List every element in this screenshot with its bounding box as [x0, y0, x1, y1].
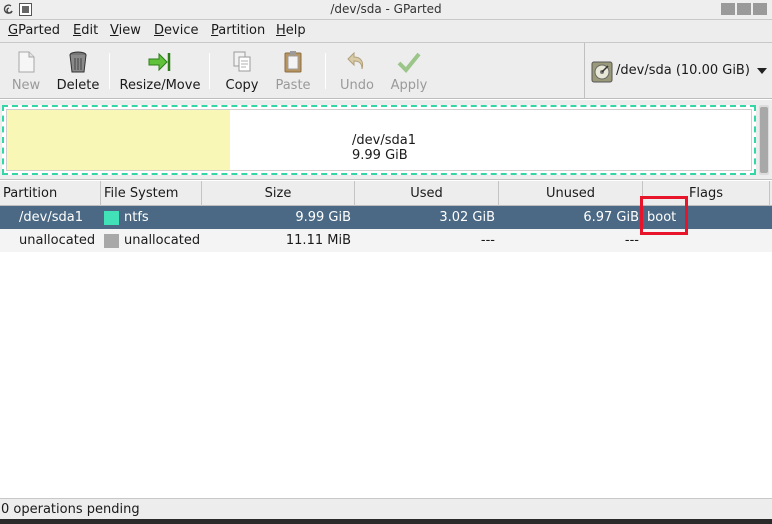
clipboard-icon	[284, 51, 302, 73]
menu-gparted[interactable]: GParted	[8, 23, 60, 38]
undo-arrow-icon	[347, 51, 364, 70]
column-header-used[interactable]: Used	[355, 181, 499, 206]
menu-edit[interactable]: Edit	[73, 23, 98, 38]
status-bar-edge	[0, 519, 772, 524]
new-document-icon	[18, 51, 35, 73]
status-bar: 0 operations pending	[0, 498, 772, 524]
toolbar-separator	[109, 53, 110, 89]
cell-used: 3.02 GiB	[439, 210, 495, 225]
filesystem-color-swatch	[104, 234, 119, 248]
menu-help[interactable]: Help	[276, 23, 306, 38]
cell-size: 11.11 MiB	[285, 233, 351, 248]
paste-button[interactable]: Paste	[270, 43, 316, 99]
window-title: /dev/sda - GParted	[330, 2, 442, 16]
cell-unused: ---	[624, 233, 639, 248]
cell-size: 9.99 GiB	[295, 210, 351, 225]
device-label: /dev/sda (10.00 GiB)	[616, 63, 750, 78]
trash-can-icon	[69, 51, 87, 73]
column-header-size[interactable]: Size	[202, 181, 355, 206]
copy-button[interactable]: Copy	[219, 43, 265, 99]
disk-map: /dev/sda1 9.99 GiB	[0, 100, 772, 180]
copy-icon	[233, 51, 251, 72]
column-header-filesystem[interactable]: File System	[101, 181, 202, 206]
partition-block-inner: /dev/sda1 9.99 GiB	[6, 109, 752, 171]
column-header-unused[interactable]: Unused	[499, 181, 643, 206]
partition-block-size: 9.99 GiB	[352, 148, 408, 163]
highlight-box	[640, 196, 688, 235]
minimize-button[interactable]	[721, 3, 735, 15]
device-selector[interactable]: /dev/sda (10.00 GiB)	[584, 43, 772, 99]
menu-bar: GParted Edit View Device Partition Help	[0, 20, 772, 43]
toolbar-separator	[209, 53, 210, 89]
new-button[interactable]: New	[4, 43, 48, 99]
undo-button[interactable]: Undo	[334, 43, 380, 99]
column-header-partition[interactable]: Partition	[0, 181, 101, 206]
partition-block-sda1[interactable]: /dev/sda1 9.99 GiB	[2, 105, 756, 175]
cell-partition: /dev/sda1	[19, 210, 83, 225]
resize-arrow-icon	[148, 52, 171, 72]
menu-partition[interactable]: Partition	[211, 23, 265, 38]
resize-move-button[interactable]: Resize/Move	[116, 43, 204, 99]
filesystem-color-swatch	[104, 211, 119, 225]
apply-button[interactable]: Apply	[385, 43, 433, 99]
title-bar: /dev/sda - GParted	[0, 0, 772, 20]
cell-filesystem: unallocated	[124, 233, 201, 248]
cell-partition: unallocated	[19, 233, 96, 248]
cell-used: ---	[480, 233, 495, 248]
disk-map-scrollbar[interactable]	[759, 105, 769, 175]
hard-disk-icon	[591, 61, 613, 83]
delete-button[interactable]: Delete	[52, 43, 104, 99]
partition-block-name: /dev/sda1	[352, 133, 416, 148]
menu-view[interactable]: View	[110, 23, 141, 38]
cell-filesystem: ntfs	[124, 210, 149, 225]
checkmark-icon	[397, 52, 421, 73]
dropdown-arrow-icon	[757, 68, 767, 74]
menu-device[interactable]: Device	[154, 23, 198, 38]
partition-block-label: /dev/sda1 9.99 GiB	[352, 133, 416, 163]
partition-used-space	[7, 110, 230, 170]
close-button[interactable]	[753, 3, 767, 15]
cell-unused: 6.97 GiB	[583, 210, 639, 225]
toolbar: New Delete Resize/Move Copy Paste Undo A…	[0, 43, 772, 99]
maximize-button[interactable]	[737, 3, 751, 15]
toolbar-separator	[325, 53, 326, 89]
status-text: 0 operations pending	[1, 502, 140, 517]
